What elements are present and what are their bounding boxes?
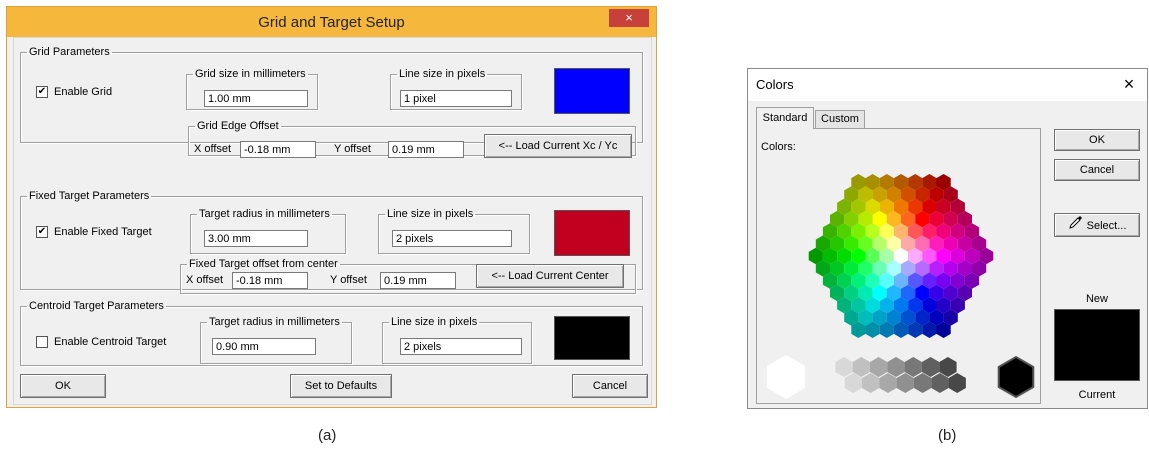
title-bar: Grid and Target Setup × bbox=[7, 7, 656, 37]
eyedropper-icon bbox=[1068, 214, 1084, 238]
grid-parameters-legend: Grid Parameters bbox=[29, 46, 110, 58]
colors-cancel-button[interactable]: Cancel bbox=[1054, 159, 1140, 181]
select-button-label: Select... bbox=[1086, 219, 1127, 232]
gray-hex-cell[interactable] bbox=[879, 373, 897, 393]
fixed-target-color-swatch[interactable] bbox=[554, 210, 630, 256]
gray-hex-cell[interactable] bbox=[948, 373, 966, 393]
grid-x-offset-label: X offset bbox=[194, 143, 232, 155]
dialog-title: Grid and Target Setup bbox=[258, 14, 405, 31]
fixed-x-offset-label: X offset bbox=[186, 274, 224, 286]
tab-custom[interactable]: Custom bbox=[815, 110, 865, 129]
fixed-y-offset-input[interactable] bbox=[380, 272, 456, 289]
centroid-radius-input[interactable] bbox=[212, 338, 316, 355]
centroid-radius-label: Target radius in millimeters bbox=[209, 316, 340, 328]
centroid-color-swatch[interactable] bbox=[554, 316, 630, 360]
colors-label: Colors: bbox=[761, 141, 796, 153]
select-eyedropper-button[interactable]: Select... bbox=[1054, 213, 1140, 237]
gray-hex-cell[interactable] bbox=[913, 373, 932, 393]
cancel-button[interactable]: Cancel bbox=[572, 374, 648, 398]
tab-standard[interactable]: Standard bbox=[756, 107, 814, 129]
fixed-y-offset-label: Y offset bbox=[330, 274, 367, 286]
gray-hex-cell[interactable] bbox=[997, 355, 1035, 399]
ok-button[interactable]: OK bbox=[20, 374, 106, 398]
enable-fixed-target-label: Enable Fixed Target bbox=[54, 226, 152, 238]
colors-title-bar: Colors × bbox=[748, 69, 1147, 101]
gray-hex-cell[interactable] bbox=[939, 357, 957, 377]
gray-hex-cell[interactable] bbox=[896, 373, 914, 393]
new-color-label: New bbox=[1085, 293, 1108, 305]
grayscale-picker[interactable] bbox=[760, 351, 1038, 403]
set-to-defaults-button[interactable]: Set to Defaults bbox=[290, 374, 392, 398]
enable-centroid-target-checkbox[interactable]: Enable Centroid Target bbox=[36, 336, 167, 349]
centroid-line-size-input[interactable] bbox=[400, 338, 522, 355]
grid-line-size-label: Line size in pixels bbox=[399, 68, 486, 80]
enable-grid-checkbox[interactable]: ✔ Enable Grid bbox=[36, 86, 113, 99]
gray-hex-cell[interactable] bbox=[921, 357, 940, 377]
dialog-body: Grid Parameters ✔ Enable Grid Grid size i… bbox=[13, 37, 652, 405]
checkmark-icon: ✔ bbox=[36, 226, 48, 239]
grid-size-input[interactable] bbox=[204, 90, 308, 107]
grid-edge-offset-legend: Grid Edge Offset bbox=[197, 120, 279, 132]
close-icon: × bbox=[625, 10, 633, 25]
close-icon: × bbox=[1123, 74, 1135, 94]
grid-y-offset-label: Y offset bbox=[334, 143, 371, 155]
grid-color-swatch[interactable] bbox=[554, 68, 630, 114]
gray-hex-cell[interactable] bbox=[862, 373, 880, 393]
grid-x-offset-input[interactable] bbox=[240, 141, 316, 158]
gray-hex-cell[interactable] bbox=[870, 357, 888, 377]
fixed-target-legend: Fixed Target Parameters bbox=[29, 190, 150, 202]
gray-hex-cell[interactable] bbox=[827, 373, 845, 393]
grid-target-setup-dialog: Grid and Target Setup × Grid Parameters … bbox=[6, 6, 657, 408]
fixed-offset-legend: Fixed Target offset from center bbox=[189, 258, 338, 270]
enable-centroid-target-label: Enable Centroid Target bbox=[54, 336, 167, 348]
load-current-xc-yc-button[interactable]: <-- Load Current Xc / Yc bbox=[484, 134, 632, 158]
new-current-color-preview bbox=[1054, 309, 1140, 381]
gray-hex-cell[interactable] bbox=[844, 373, 862, 393]
load-current-center-button[interactable]: <-- Load Current Center bbox=[476, 264, 624, 288]
centroid-line-size-label: Line size in pixels bbox=[391, 316, 478, 328]
gray-hex-cell[interactable] bbox=[835, 357, 853, 377]
fixed-line-size-input[interactable] bbox=[392, 230, 512, 247]
enable-grid-label: Enable Grid bbox=[54, 86, 113, 98]
grid-line-size-input[interactable] bbox=[400, 90, 512, 107]
enable-fixed-target-checkbox[interactable]: ✔ Enable Fixed Target bbox=[36, 226, 152, 239]
fixed-line-size-label: Line size in pixels bbox=[387, 208, 474, 220]
caption-b: (b) bbox=[938, 427, 957, 444]
fixed-x-offset-input[interactable] bbox=[232, 272, 308, 289]
color-hexagon-picker[interactable] bbox=[796, 161, 1006, 351]
caption-a: (a) bbox=[318, 427, 337, 444]
grid-size-label: Grid size in millimeters bbox=[195, 68, 306, 80]
gray-hex-cell[interactable] bbox=[766, 355, 806, 399]
fixed-radius-input[interactable] bbox=[204, 230, 308, 247]
close-button[interactable]: × bbox=[609, 9, 649, 27]
checkmark-icon: ✔ bbox=[36, 86, 48, 99]
colors-dialog: Colors × Standard Custom Colors: OK Canc… bbox=[747, 68, 1148, 409]
colors-close-button[interactable]: × bbox=[1116, 73, 1142, 95]
grid-y-offset-input[interactable] bbox=[388, 141, 464, 158]
colors-ok-button[interactable]: OK bbox=[1054, 129, 1140, 151]
colors-dialog-title: Colors bbox=[756, 77, 794, 92]
gray-hex-cell[interactable] bbox=[852, 357, 870, 377]
gray-hex-cell[interactable] bbox=[904, 357, 922, 377]
fixed-radius-label: Target radius in millimeters bbox=[199, 208, 330, 220]
centroid-target-legend: Centroid Target Parameters bbox=[29, 300, 164, 312]
current-color-label: Current bbox=[1078, 389, 1116, 401]
gray-hex-cell[interactable] bbox=[887, 357, 905, 377]
checkbox-unchecked-icon bbox=[36, 336, 48, 349]
gray-hex-cell[interactable] bbox=[931, 373, 949, 393]
